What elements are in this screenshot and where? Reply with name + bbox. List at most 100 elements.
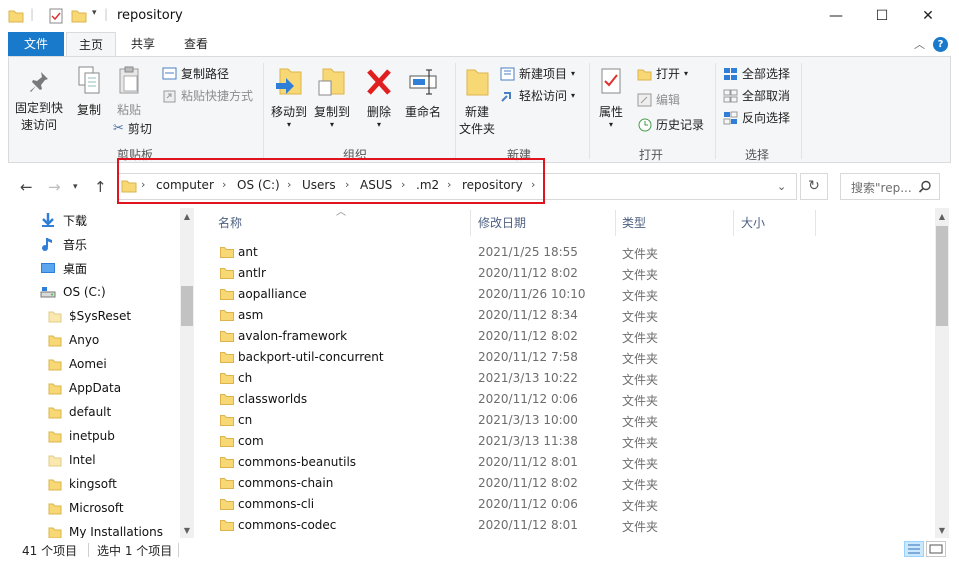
table-row[interactable]: commons-beanutils 2020/11/12 8:01 文件夹 bbox=[210, 452, 930, 473]
table-row[interactable]: commons-cli 2020/11/12 0:06 文件夹 bbox=[210, 494, 930, 515]
table-row[interactable]: backport-util-concurrent 2020/11/12 7:58 文… bbox=[210, 347, 930, 368]
new-item-button[interactable]: 新建项目 ▾ bbox=[500, 65, 575, 82]
copy-path-button[interactable]: 复制路径 bbox=[162, 65, 229, 82]
recent-locations-icon[interactable]: ▾ bbox=[73, 182, 78, 192]
file-date: 2020/11/12 8:02 bbox=[478, 476, 578, 490]
table-row[interactable]: aopalliance 2020/11/26 10:10 文件夹 bbox=[210, 284, 930, 305]
file-scroll-thumb[interactable] bbox=[936, 226, 948, 326]
copy-button[interactable]: 复制 bbox=[69, 65, 109, 119]
open-button[interactable]: 打开 ▾ bbox=[637, 65, 688, 82]
nav-item-my-installations[interactable]: My Installations bbox=[48, 521, 163, 538]
properties-icon[interactable] bbox=[48, 8, 64, 24]
large-icons-view-button[interactable] bbox=[926, 541, 946, 557]
column-header-date[interactable]: 修改日期 bbox=[478, 214, 526, 231]
minimize-button[interactable]: — bbox=[813, 0, 859, 32]
scroll-down-arrow-icon[interactable]: ▼ bbox=[181, 526, 193, 535]
cut-button[interactable]: ✂ 剪切 bbox=[113, 120, 152, 137]
column-header-name[interactable]: 名称 bbox=[218, 214, 242, 231]
select-none-button[interactable]: 全部取消 bbox=[723, 87, 790, 104]
nav-item-music[interactable]: 音乐 bbox=[40, 233, 87, 255]
help-icon[interactable]: ? bbox=[933, 37, 948, 52]
properties-button[interactable]: 属性 ▾ bbox=[593, 65, 629, 129]
new-folder-button[interactable]: 新建 文件夹 bbox=[455, 65, 499, 138]
table-row[interactable]: com 2021/3/13 11:38 文件夹 bbox=[210, 431, 930, 452]
ribbon: 固定到快 速访问 复制 粘贴 复制路径 粘贴快捷方式 ✂ 剪切 剪贴板 移动到 … bbox=[8, 56, 951, 163]
file-date: 2020/11/12 7:58 bbox=[478, 350, 578, 364]
folder-icon bbox=[220, 436, 234, 447]
folder-icon bbox=[48, 359, 62, 371]
paste-shortcut-button[interactable]: 粘贴快捷方式 bbox=[162, 87, 253, 104]
nav-item-microsoft[interactable]: Microsoft bbox=[48, 497, 124, 519]
nav-item-downloads[interactable]: 下载 bbox=[40, 209, 87, 231]
table-row[interactable]: commons-chain 2020/11/12 8:02 文件夹 bbox=[210, 473, 930, 494]
file-date: 2020/11/12 8:34 bbox=[478, 308, 578, 322]
edit-button[interactable]: 编辑 bbox=[637, 91, 680, 108]
paste-button[interactable]: 粘贴 bbox=[111, 65, 147, 119]
tab-home[interactable]: 主页 bbox=[66, 32, 116, 57]
close-button[interactable]: ✕ bbox=[905, 0, 951, 32]
invert-selection-button[interactable]: 反向选择 bbox=[723, 109, 790, 126]
move-to-button[interactable]: 移动到 ▾ bbox=[268, 65, 310, 129]
copy-to-button[interactable]: 复制到 ▾ bbox=[311, 65, 353, 129]
nav-item-desktop[interactable]: 桌面 bbox=[40, 257, 87, 279]
file-date: 2020/11/12 8:02 bbox=[478, 266, 578, 280]
history-button[interactable]: 历史记录 bbox=[637, 116, 704, 133]
nav-scroll-thumb[interactable] bbox=[181, 286, 193, 326]
file-type: 文件夹 bbox=[622, 436, 659, 450]
table-row[interactable]: asm 2020/11/12 8:34 文件夹 bbox=[210, 305, 930, 326]
collapse-ribbon-icon[interactable]: ︿ bbox=[914, 36, 925, 52]
folder-icon bbox=[220, 310, 234, 321]
scroll-up-arrow-icon[interactable]: ▲ bbox=[936, 212, 948, 221]
back-icon[interactable]: ← bbox=[20, 178, 33, 196]
refresh-button[interactable]: ↻ bbox=[800, 173, 828, 200]
nav-item-inetpub[interactable]: inetpub bbox=[48, 425, 115, 447]
rename-button[interactable]: 重命名 bbox=[402, 65, 444, 121]
maximize-button[interactable]: ☐ bbox=[859, 0, 905, 32]
tab-view[interactable]: 查看 bbox=[170, 32, 222, 56]
file-name: commons-cli bbox=[238, 497, 315, 511]
select-all-button[interactable]: 全部选择 bbox=[723, 65, 790, 82]
column-header-type[interactable]: 类型 bbox=[622, 214, 646, 231]
table-row[interactable]: ch 2021/3/13 10:22 文件夹 bbox=[210, 368, 930, 389]
delete-button[interactable]: 删除 ▾ bbox=[361, 65, 397, 129]
table-row[interactable]: commons-codec 2020/11/12 8:01 文件夹 bbox=[210, 515, 930, 536]
select-none-icon bbox=[723, 89, 738, 102]
file-type: 文件夹 bbox=[622, 415, 659, 429]
tab-file[interactable]: 文件 bbox=[8, 32, 64, 56]
easy-access-button[interactable]: 轻松访问 ▾ bbox=[500, 87, 575, 104]
nav-item-anyo[interactable]: Anyo bbox=[48, 329, 99, 351]
column-header-size[interactable]: 大小 bbox=[741, 214, 765, 231]
forward-icon[interactable]: → bbox=[48, 178, 61, 196]
up-icon[interactable]: ↑ bbox=[94, 178, 107, 196]
nav-item-kingsoft[interactable]: kingsoft bbox=[48, 473, 117, 495]
folder-icon bbox=[220, 373, 234, 384]
scroll-down-arrow-icon[interactable]: ▼ bbox=[936, 526, 948, 535]
nav-item-os-c[interactable]: OS (C:) bbox=[40, 281, 106, 303]
nav-item-sysreset[interactable]: $SysReset bbox=[48, 305, 131, 327]
nav-item-aomei[interactable]: Aomei bbox=[48, 353, 107, 375]
nav-item-intel[interactable]: Intel bbox=[48, 449, 96, 471]
new-folder-icon[interactable] bbox=[71, 8, 87, 24]
table-row[interactable]: classworlds 2020/11/12 0:06 文件夹 bbox=[210, 389, 930, 410]
address-dropdown-icon[interactable]: ⌄ bbox=[777, 180, 786, 193]
customize-toolbar-icon[interactable]: ▾ bbox=[92, 8, 97, 18]
table-row[interactable]: cn 2021/3/13 10:00 文件夹 bbox=[210, 410, 930, 431]
table-row[interactable]: avalon-framework 2020/11/12 8:02 文件夹 bbox=[210, 326, 930, 347]
pin-to-quick-access-button[interactable]: 固定到快 速访问 bbox=[13, 69, 65, 134]
refresh-icon: ↻ bbox=[808, 178, 820, 194]
table-row[interactable]: ant 2021/1/25 18:55 文件夹 bbox=[210, 242, 930, 263]
details-view-button[interactable] bbox=[904, 541, 924, 557]
nav-pane-scrollbar[interactable] bbox=[180, 208, 194, 538]
search-icon[interactable] bbox=[918, 180, 932, 194]
table-row[interactable]: antlr 2020/11/12 8:02 文件夹 bbox=[210, 263, 930, 284]
pin-icon bbox=[30, 72, 48, 92]
folder-icon bbox=[220, 331, 234, 342]
file-date: 2020/11/12 8:01 bbox=[478, 518, 578, 532]
scroll-up-arrow-icon[interactable]: ▲ bbox=[181, 212, 193, 221]
file-type: 文件夹 bbox=[622, 499, 659, 513]
tab-share[interactable]: 共享 bbox=[118, 32, 168, 56]
nav-item-default[interactable]: default bbox=[48, 401, 111, 423]
nav-item-appdata[interactable]: AppData bbox=[48, 377, 121, 399]
edit-icon bbox=[637, 93, 652, 106]
properties-icon bbox=[601, 68, 621, 94]
